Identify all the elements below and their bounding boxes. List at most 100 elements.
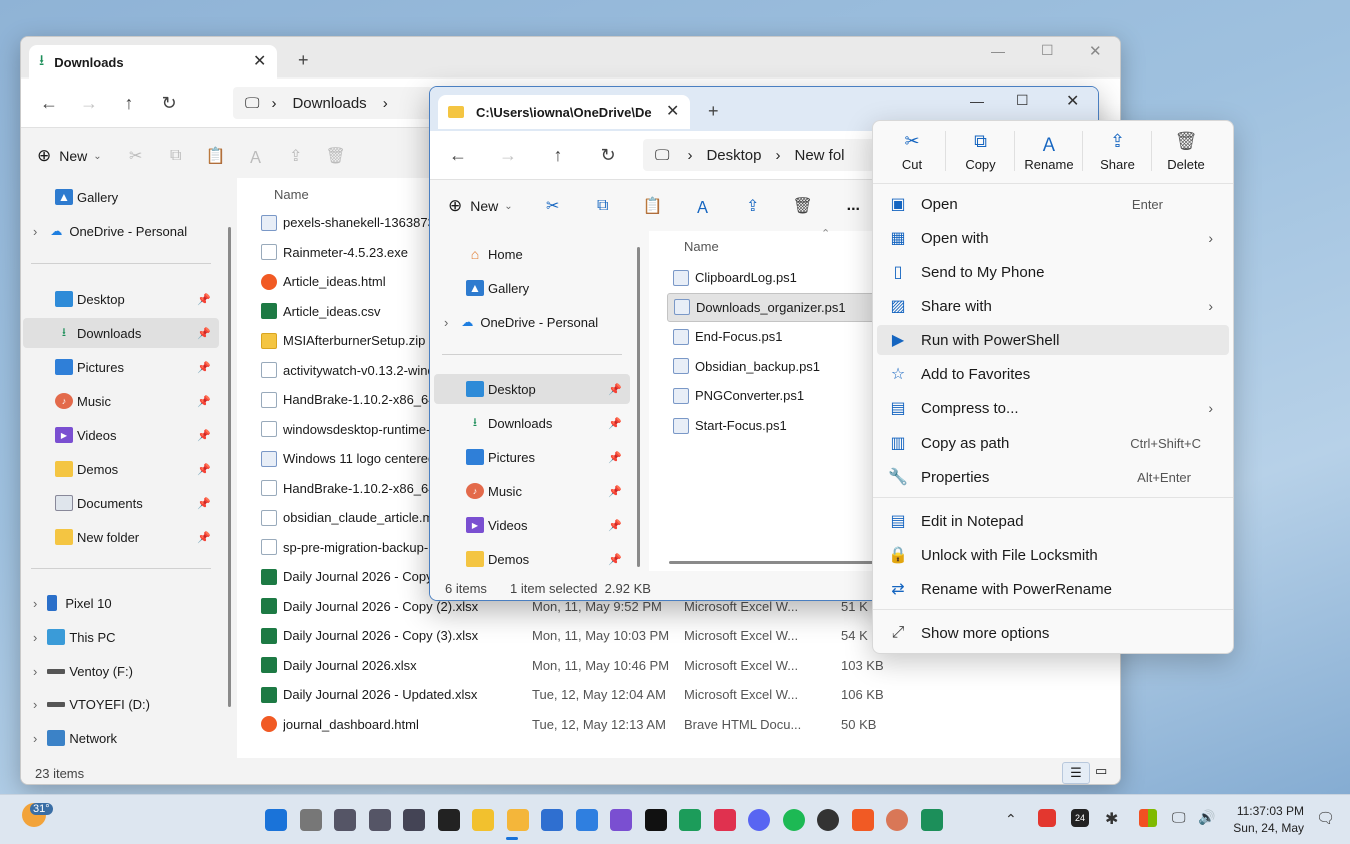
tray-app-icon[interactable] bbox=[1038, 809, 1056, 827]
sidebar-item-new-folder[interactable]: New folder 📌 bbox=[55, 522, 219, 552]
pin-icon[interactable]: 📌 bbox=[197, 429, 211, 442]
copy-action-button[interactable]: ⧉ Copy bbox=[948, 121, 1014, 181]
sidebar-scrollbar[interactable] bbox=[637, 247, 640, 567]
table-row[interactable]: Daily Journal 2026.xlsx Mon, 11, May 10:4… bbox=[261, 651, 1101, 680]
file-row[interactable]: PNGConverter.ps1 bbox=[667, 381, 907, 410]
brave-icon[interactable] bbox=[851, 809, 874, 831]
powertoys-icon[interactable] bbox=[1139, 809, 1157, 827]
sidebar-item-downloads[interactable]: ⭳ Downloads 📌 bbox=[466, 408, 630, 438]
paste-icon[interactable]: 📋 bbox=[196, 140, 236, 172]
pin-icon[interactable]: 📌 bbox=[197, 293, 211, 306]
pin-icon[interactable]: 📌 bbox=[608, 553, 622, 566]
close-icon[interactable]: ✕ bbox=[1066, 91, 1079, 111]
menu-item-unlock-with-file-locksmith[interactable]: 🔒 Unlock with File Locksmith bbox=[877, 540, 1229, 570]
menu-item-rename-with-powerrename[interactable]: ⇄ Rename with PowerRename bbox=[877, 574, 1229, 604]
notion-icon[interactable] bbox=[644, 809, 667, 831]
share-icon[interactable]: ⇪ bbox=[733, 190, 773, 222]
sidebar-item-documents[interactable]: Documents 📌 bbox=[55, 488, 219, 518]
app-icon[interactable] bbox=[679, 809, 701, 831]
menu-item-show-more-options[interactable]: ⤢ Show more options bbox=[877, 618, 1229, 648]
more-options-icon[interactable]: ... bbox=[847, 197, 860, 215]
sidebar-item-pixel[interactable]: › Pixel 10 bbox=[33, 588, 112, 618]
pin-icon[interactable]: 📌 bbox=[197, 463, 211, 476]
network-icon[interactable]: 🖵 bbox=[1172, 809, 1186, 826]
app-icon[interactable] bbox=[920, 809, 943, 831]
todo-icon[interactable] bbox=[575, 809, 598, 831]
menu-item-add-to-favorites[interactable]: ☆ Add to Favorites bbox=[877, 359, 1229, 389]
new-tab-button[interactable]: + bbox=[708, 101, 719, 122]
close-tab-icon[interactable]: ✕ bbox=[253, 51, 266, 71]
menu-item-edit-in-notepad[interactable]: ▤ Edit in Notepad bbox=[877, 506, 1229, 536]
sidebar-item-music[interactable]: ♪ Music 📌 bbox=[466, 476, 630, 506]
sidebar-item-vtoyefi[interactable]: › VTOYEFI (D:) bbox=[33, 689, 150, 719]
copy-icon[interactable]: ⧉ bbox=[583, 190, 623, 222]
sidebar-item-demos[interactable]: Demos 📌 bbox=[466, 544, 630, 574]
start-icon[interactable] bbox=[265, 809, 287, 831]
cut-action-button[interactable]: ✂ Cut bbox=[879, 121, 945, 181]
menu-item-run-with-powershell[interactable]: ▶ Run with PowerShell bbox=[877, 325, 1229, 355]
sidebar-item-pictures[interactable]: Pictures 📌 bbox=[55, 352, 219, 382]
refresh-icon[interactable]: ↻ bbox=[149, 87, 189, 119]
chevron-up-icon[interactable]: ⌃ bbox=[1005, 811, 1017, 828]
file-row[interactable]: End-Focus.ps1 bbox=[667, 322, 907, 351]
sidebar-item-desktop[interactable]: Desktop 📌 bbox=[55, 284, 219, 314]
menu-item-send-to-my-phone[interactable]: ▯ Send to My Phone bbox=[877, 257, 1229, 287]
terminal-icon[interactable] bbox=[437, 809, 460, 831]
pin-icon[interactable]: 📌 bbox=[608, 519, 622, 532]
back-arrow-icon[interactable]: ← bbox=[438, 139, 478, 171]
tray-24-icon[interactable]: 24 bbox=[1071, 809, 1089, 827]
menu-item-share-with[interactable]: ▨ Share with › bbox=[877, 291, 1229, 321]
app-icon[interactable] bbox=[713, 809, 736, 831]
sidebar-item-home[interactable]: ⌂ Home bbox=[466, 239, 523, 269]
sidebar-item-onedrive[interactable]: › ☁ OneDrive - Personal bbox=[33, 216, 187, 246]
table-row[interactable]: journal_dashboard.html Tue, 12, May 12:13… bbox=[261, 710, 1101, 739]
notification-icon[interactable]: 🗨 bbox=[1316, 809, 1335, 827]
rename-icon[interactable]: Ａ bbox=[683, 190, 723, 222]
pin-icon[interactable]: 📌 bbox=[197, 361, 211, 374]
cut-icon[interactable]: ✂ bbox=[116, 140, 156, 172]
delete-icon[interactable]: 🗑 bbox=[316, 140, 356, 172]
close-icon[interactable]: ✕ bbox=[1089, 42, 1102, 60]
up-arrow-icon[interactable]: ↑ bbox=[109, 87, 149, 119]
menu-item-open[interactable]: ▣ Open Enter bbox=[877, 189, 1229, 219]
cut-icon[interactable]: ✂ bbox=[533, 190, 573, 222]
clock-date[interactable]: Sun, 24, May bbox=[1230, 821, 1304, 835]
minimize-icon[interactable]: — bbox=[991, 43, 1005, 59]
name-column-header[interactable]: Name bbox=[684, 239, 719, 254]
forward-arrow-icon[interactable]: → bbox=[69, 87, 109, 119]
weather-temp[interactable]: 31° bbox=[30, 803, 53, 815]
menu-item-copy-as-path[interactable]: ▥ Copy as path Ctrl+Shift+C bbox=[877, 428, 1229, 458]
volume-icon[interactable]: 🔊 bbox=[1198, 809, 1215, 826]
new-button[interactable]: ⊕ New ⌄ bbox=[448, 196, 513, 216]
maximize-icon[interactable]: ☐ bbox=[1041, 42, 1054, 59]
settings-icon[interactable] bbox=[334, 809, 356, 831]
breadcrumb-desktop[interactable]: Desktop bbox=[706, 147, 761, 164]
sidebar-item-music[interactable]: ♪ Music 📌 bbox=[55, 386, 219, 416]
sidebar-item-videos[interactable]: ▶ Videos 📌 bbox=[466, 510, 630, 540]
pin-icon[interactable]: 📌 bbox=[608, 417, 622, 430]
obs-icon[interactable] bbox=[817, 809, 839, 831]
delete-action-button[interactable]: 🗑 Delete bbox=[1153, 121, 1219, 181]
tiles-view-icon[interactable]: ▭ bbox=[1095, 763, 1107, 779]
sidebar-item-downloads[interactable]: ⭳ Downloads 📌 bbox=[23, 318, 219, 348]
menu-item-properties[interactable]: 🔧 Properties Alt+Enter bbox=[877, 462, 1229, 492]
share-action-button[interactable]: ⇪ Share bbox=[1085, 121, 1151, 181]
name-column-header[interactable]: Name bbox=[274, 187, 309, 202]
breadcrumb-downloads[interactable]: Downloads bbox=[292, 95, 366, 112]
back-arrow-icon[interactable]: ← bbox=[29, 87, 69, 119]
discord-icon[interactable] bbox=[748, 809, 770, 831]
share-icon[interactable]: ⇪ bbox=[276, 140, 316, 172]
notepad-icon[interactable] bbox=[541, 809, 563, 831]
file-row[interactable]: Obsidian_backup.ps1 bbox=[667, 352, 907, 381]
sidebar-item-desktop[interactable]: Desktop 📌 bbox=[434, 374, 630, 404]
file-row[interactable]: ClipboardLog.ps1 bbox=[667, 263, 907, 292]
slack-icon[interactable]: ✱ bbox=[1105, 809, 1118, 829]
microphone-icon[interactable] bbox=[368, 809, 391, 831]
address-bar[interactable]: 🖵 › Desktop › New fol bbox=[643, 139, 903, 171]
sidebar-scrollbar[interactable] bbox=[228, 227, 231, 707]
pin-icon[interactable]: 📌 bbox=[197, 497, 211, 510]
rename-action-button[interactable]: Ａ Rename bbox=[1016, 121, 1082, 181]
new-button[interactable]: ⊕ New ⌄ bbox=[37, 146, 102, 166]
tab-desktop-path[interactable]: C:\Users\iowna\OneDrive\De ✕ bbox=[438, 95, 690, 129]
minimize-icon[interactable]: — bbox=[970, 93, 984, 109]
